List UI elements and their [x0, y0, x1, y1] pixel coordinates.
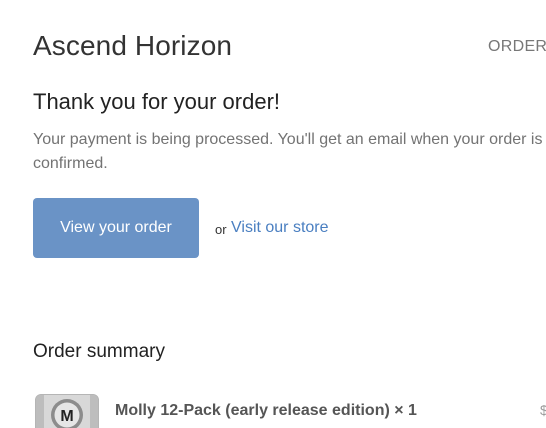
or-separator: or: [215, 222, 227, 237]
visit-store-link[interactable]: Visit our store: [231, 219, 329, 237]
product-thumbnail-letter: M: [60, 408, 73, 425]
product-image-icon: M: [36, 395, 98, 428]
shop-name[interactable]: Ascend Horizon: [33, 30, 232, 62]
view-order-button[interactable]: View your order: [33, 198, 199, 258]
thank-you-heading: Thank you for your order!: [33, 89, 281, 114]
order-summary-heading: Order summary: [33, 341, 165, 362]
page-header: Ascend Horizon ORDER #: [33, 30, 546, 70]
order-number: ORDER #: [488, 38, 546, 55]
product-title: Molly 12-Pack (early release edition) × …: [115, 402, 417, 419]
product-thumbnail: M: [35, 394, 99, 428]
product-price: $: [540, 402, 546, 418]
payment-processing-message: Your payment is being processed. You'll …: [33, 131, 543, 172]
checkout-thank-you-page: Ascend Horizon ORDER # Thank you for you…: [0, 0, 546, 428]
